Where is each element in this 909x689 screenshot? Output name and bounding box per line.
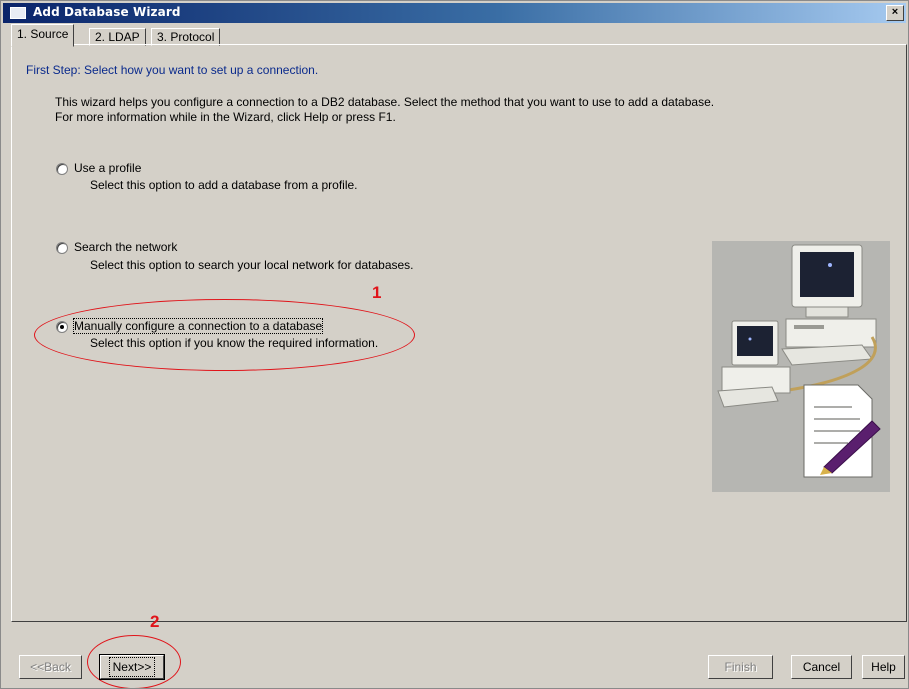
radio-use-profile[interactable] — [56, 163, 68, 175]
annotation-number-2: 2 — [150, 612, 160, 631]
annotation-number-1: 1 — [372, 283, 382, 302]
next-button[interactable]: Next>> — [99, 654, 165, 680]
close-button[interactable]: × — [886, 5, 904, 21]
wizard-window: Add Database Wizard × 1. Source 2. LDAP … — [0, 0, 909, 689]
next-button-label: Next>> — [108, 657, 156, 677]
radio-search-network[interactable] — [56, 242, 68, 254]
step-title: First Step: Select how you want to set u… — [26, 63, 319, 77]
finish-button[interactable]: Finish — [708, 655, 773, 679]
window-icon — [10, 7, 26, 19]
tab-source[interactable]: 1. Source — [11, 24, 75, 47]
option-label-search-network[interactable]: Search the network — [74, 240, 177, 254]
help-button[interactable]: Help — [862, 655, 905, 679]
finish-button-label: Finish — [724, 660, 757, 674]
title-bar[interactable]: Add Database Wizard × — [3, 3, 906, 23]
cancel-button-label: Cancel — [802, 660, 841, 674]
back-button[interactable]: <<Back — [19, 655, 82, 679]
computer-network-document-icon — [712, 241, 890, 492]
back-button-label: <<Back — [30, 660, 71, 674]
intro-text: This wizard helps you configure a connec… — [55, 95, 715, 124]
help-button-label: Help — [871, 660, 896, 674]
option-desc-use-profile: Select this option to add a database fro… — [90, 178, 358, 192]
option-label-use-profile[interactable]: Use a profile — [74, 161, 141, 175]
annotation-ellipse-option — [34, 299, 415, 371]
window-title: Add Database Wizard — [33, 5, 181, 19]
option-desc-search-network: Select this option to search your local … — [90, 258, 414, 272]
cancel-button[interactable]: Cancel — [791, 655, 852, 679]
